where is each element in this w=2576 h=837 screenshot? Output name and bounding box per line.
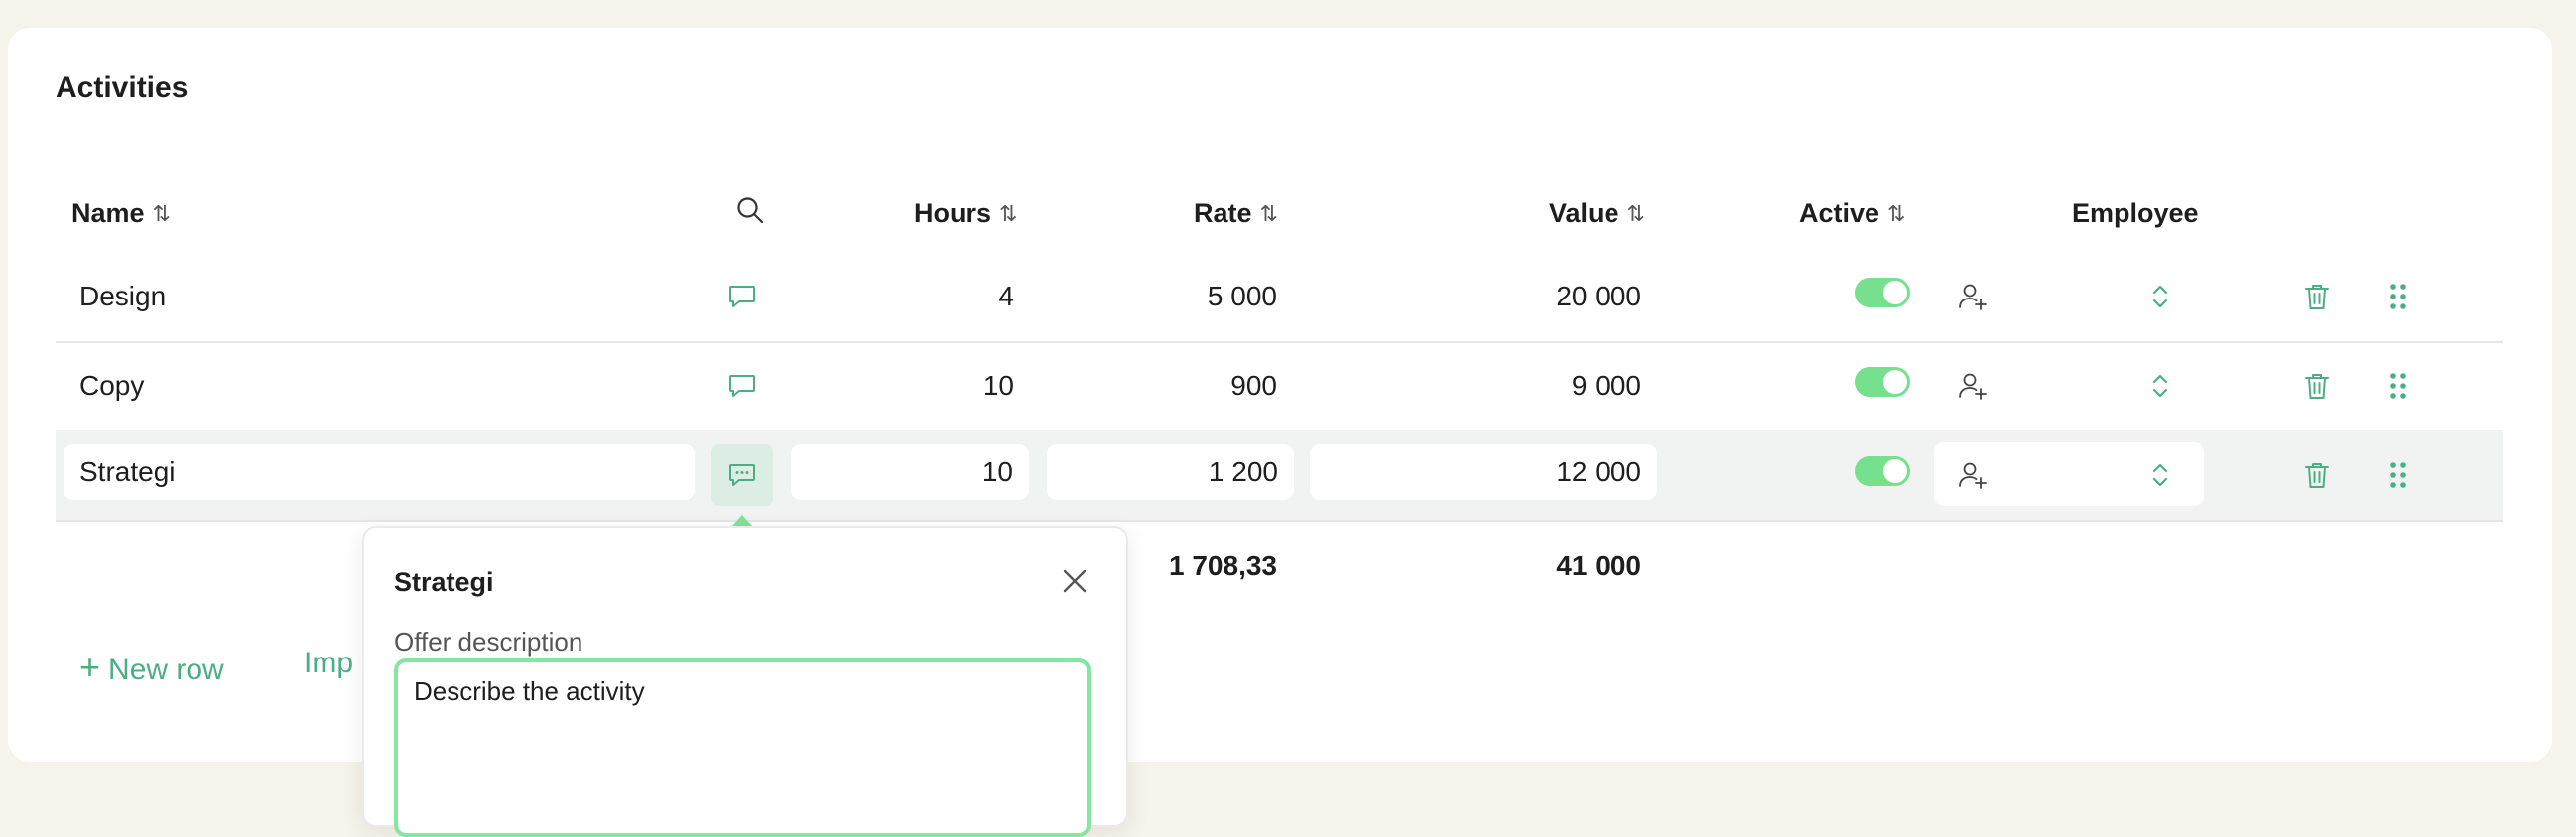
sort-icon[interactable]: ⇅ [1887, 201, 1905, 227]
row-name[interactable]: Copy [79, 341, 144, 430]
sort-icon[interactable]: ⇅ [999, 201, 1017, 227]
row-value[interactable]: 20 000 [1346, 252, 1641, 341]
column-header-active[interactable]: Active ⇅ [1799, 198, 1905, 229]
description-popup: Strategi Offer description Describe the … [362, 526, 1128, 837]
row-hours-input[interactable]: 10 [791, 444, 1029, 500]
new-row-label: New row [108, 654, 224, 686]
row-rate-input[interactable]: 1 200 [1047, 444, 1294, 500]
row-hours[interactable]: 4 [869, 252, 1014, 341]
row-name-input[interactable]: Strategi [64, 444, 695, 500]
row-value[interactable]: 9 000 [1346, 341, 1641, 430]
comment-icon[interactable] [725, 280, 759, 313]
row-value-input[interactable]: 12 000 [1310, 444, 1657, 500]
table-row: Design 4 5 000 20 000 [56, 252, 2503, 343]
active-toggle[interactable] [1855, 367, 1910, 397]
column-header-employee: Employee [2072, 198, 2199, 228]
drag-handle-icon[interactable] [2382, 369, 2415, 403]
total-value: 41 000 [1556, 550, 1641, 581]
column-label: Hours [914, 198, 992, 228]
active-toggle[interactable] [1855, 456, 1910, 486]
plus-icon: + [79, 647, 101, 687]
column-label: Active [1799, 198, 1880, 228]
column-header-rate[interactable]: Rate ⇅ [1194, 198, 1278, 229]
comment-icon[interactable] [725, 369, 759, 403]
column-header-hours[interactable]: Hours ⇅ [914, 198, 1017, 229]
chevron-up-down-icon[interactable] [2143, 369, 2177, 403]
offer-description-input[interactable]: Describe the activity [394, 658, 1091, 837]
sort-icon[interactable]: ⇅ [1627, 201, 1645, 227]
import-button[interactable]: Imp [304, 647, 353, 680]
row-name[interactable]: Design [79, 252, 166, 341]
section-title: Activities [56, 71, 189, 104]
table-row-selected: Strategi 10 1 200 12 000 [56, 430, 2503, 522]
row-rate[interactable]: 5 000 [1048, 252, 1277, 341]
column-label: Name [71, 198, 145, 228]
trash-icon[interactable] [2300, 458, 2334, 492]
close-icon[interactable] [1057, 563, 1093, 599]
active-toggle[interactable] [1855, 278, 1910, 307]
column-label: Value [1549, 198, 1619, 228]
sort-icon[interactable]: ⇅ [153, 201, 171, 227]
row-rate[interactable]: 900 [1048, 341, 1277, 430]
search-icon[interactable] [734, 194, 766, 226]
row-hours[interactable]: 10 [869, 341, 1014, 430]
chevron-up-down-icon[interactable] [2143, 458, 2177, 492]
table-row: Copy 10 900 9 000 [56, 341, 2503, 432]
drag-handle-icon[interactable] [2382, 458, 2415, 492]
offer-description-label: Offer description [394, 627, 583, 657]
chevron-up-down-icon[interactable] [2143, 280, 2177, 313]
popup-pointer [732, 515, 752, 526]
column-label: Rate [1194, 198, 1252, 228]
sort-icon[interactable]: ⇅ [1260, 201, 1278, 227]
comment-button-active[interactable] [711, 444, 773, 506]
add-user-icon[interactable] [1956, 280, 1990, 313]
new-row-button[interactable]: + New row [79, 647, 224, 688]
comment-icon [729, 464, 755, 486]
add-user-icon[interactable] [1956, 369, 1990, 403]
column-header-value[interactable]: Value ⇅ [1549, 198, 1645, 229]
trash-icon[interactable] [2300, 369, 2334, 403]
add-user-icon[interactable] [1956, 458, 1990, 492]
trash-icon[interactable] [2300, 280, 2334, 313]
drag-handle-icon[interactable] [2382, 280, 2415, 313]
column-header-name[interactable]: Name ⇅ [71, 198, 171, 229]
popup-title: Strategi [394, 567, 494, 597]
